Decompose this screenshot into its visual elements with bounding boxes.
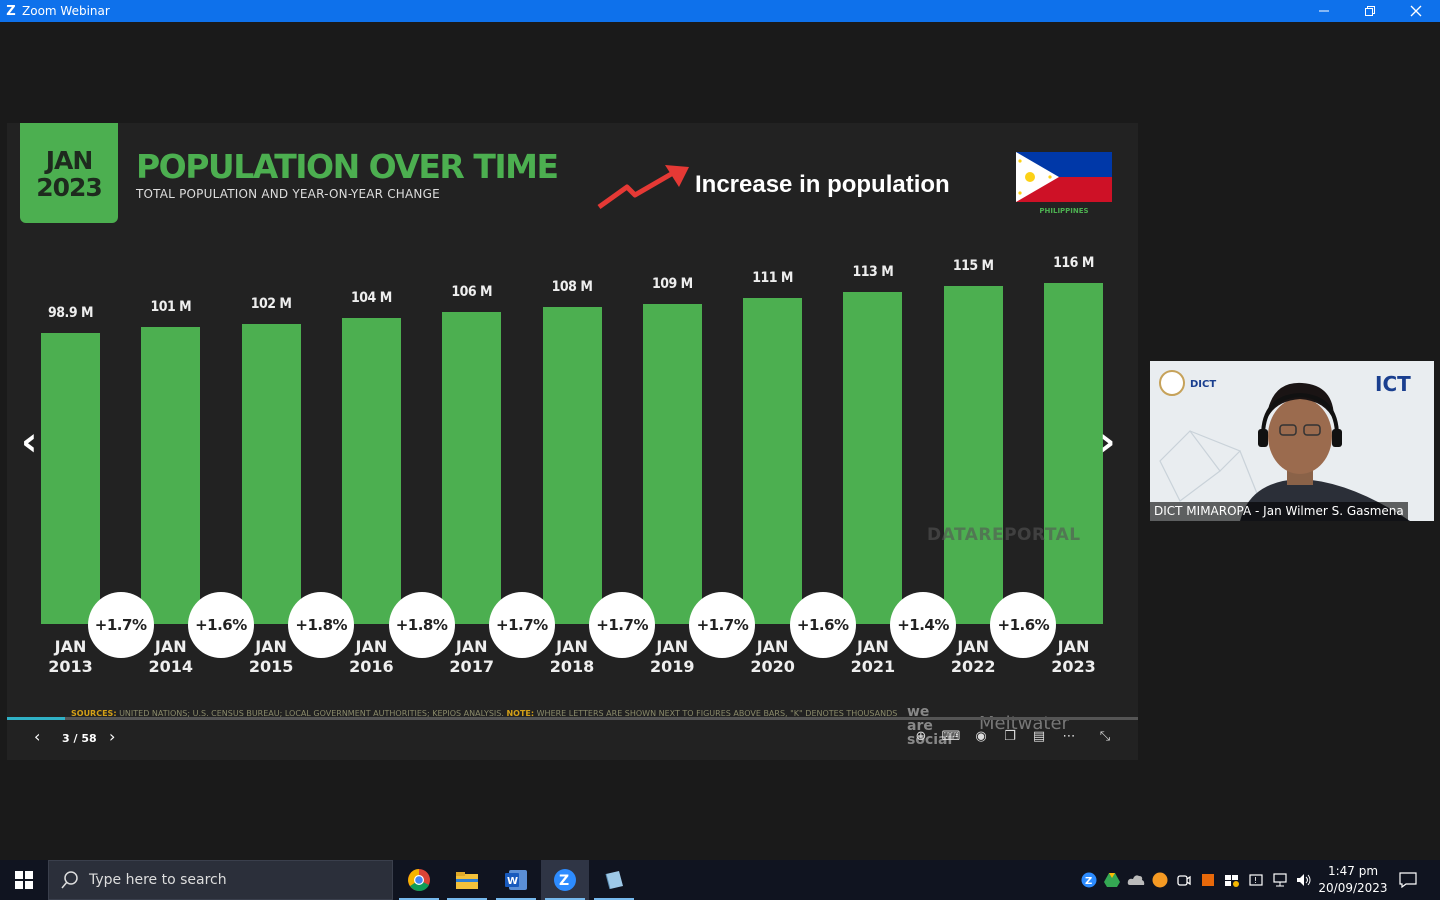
yoy-change-badge: +1.6%: [789, 592, 856, 658]
word-taskbar-icon[interactable]: W: [492, 860, 540, 900]
bar-jan-2023: [1044, 283, 1103, 624]
progress-track: [7, 717, 1138, 720]
slide-next-arrow-icon[interactable]: ›: [1099, 419, 1115, 465]
bar-value-label: 116 M: [1053, 255, 1094, 271]
date-month: JAN: [45, 146, 94, 175]
svg-text:!: !: [1254, 876, 1257, 885]
yoy-change-badge: +1.4%: [890, 592, 957, 658]
svg-text:W: W: [507, 876, 518, 887]
zoom-in-icon[interactable]: ⊕: [911, 729, 931, 744]
window-title: Zoom Webinar: [22, 4, 110, 18]
bar-jan-2021: [843, 291, 903, 624]
bar-value-label: 104 M: [351, 290, 392, 307]
meet-tray-icon[interactable]: [1174, 860, 1194, 900]
share-screen-area: JAN 2023 POPULATION OVER TIME TOTAL POPU…: [0, 22, 1440, 860]
windows-taskbar: Type here to search W Z Z ! 1:47 pm 20/0…: [0, 860, 1440, 900]
yoy-change-badge: +1.6%: [187, 592, 254, 658]
captions-icon[interactable]: ▤: [1029, 729, 1049, 744]
onedrive-tray-icon[interactable]: [1126, 860, 1146, 900]
yoy-change-badge: +1.7%: [488, 592, 555, 658]
yoy-change-badge: +1.7%: [689, 592, 756, 658]
philippines-flag-icon: [1016, 152, 1112, 202]
flag-label: PHILIPPINES: [1039, 207, 1089, 215]
file-explorer-taskbar-icon[interactable]: [443, 860, 491, 900]
restore-button[interactable]: [1347, 0, 1393, 22]
window-icon[interactable]: ❐: [1000, 729, 1020, 744]
bar-value-label: 98.9 M: [48, 305, 94, 322]
taskbar-search-box[interactable]: Type here to search: [48, 860, 393, 900]
notification-center-icon[interactable]: [1394, 860, 1422, 900]
page-indicator: 3 / 58: [62, 732, 97, 745]
bar-value-label: 115 M: [952, 257, 994, 274]
broadcast-icon[interactable]: ◉: [971, 729, 991, 744]
bar-value-label: 109 M: [651, 275, 693, 292]
bar-value-label: 102 M: [250, 296, 292, 313]
ict-logo-text: ICT: [1375, 372, 1411, 396]
zoom-logo-icon: Z: [6, 3, 16, 19]
svg-text:Z: Z: [1085, 876, 1092, 887]
zoom-tray-icon[interactable]: Z: [1079, 860, 1099, 900]
bar-jan-2020: [743, 297, 803, 624]
bar-jan-2013: [41, 333, 100, 624]
speaker-video[interactable]: DICT ICT DICT MIMAROPA - Jan Wilmer S. G…: [1150, 361, 1434, 521]
slide-title: POPULATION OVER TIME: [136, 147, 559, 186]
speaker-video-frame: DICT ICT: [1150, 361, 1434, 521]
svg-text:Z: Z: [559, 873, 569, 889]
security-tray-icon[interactable]: [1222, 860, 1242, 900]
bar-jan-2022: [943, 285, 1003, 624]
system-clock[interactable]: 1:47 pm 20/09/2023: [1318, 863, 1388, 897]
progress-fill: [7, 717, 66, 720]
start-button[interactable]: [0, 860, 48, 900]
bar-value-label: 111 M: [752, 269, 793, 286]
yoy-change-badge: +1.6%: [990, 592, 1057, 658]
annotation-text: Increase in population: [695, 171, 950, 198]
date-badge: JAN 2023: [20, 123, 118, 223]
trend-arrow-icon: [597, 165, 689, 210]
yoy-change-badge: +1.7%: [87, 592, 154, 658]
alert-tray-icon[interactable]: !: [1246, 860, 1266, 900]
bar-value-label: 101 M: [150, 299, 192, 316]
presentation-slide: JAN 2023 POPULATION OVER TIME TOTAL POPU…: [7, 123, 1138, 760]
slide-subtitle: TOTAL POPULATION AND YEAR-ON-YEAR CHANGE: [136, 187, 440, 201]
slide-prev-arrow-icon[interactable]: ‹: [21, 419, 37, 465]
bar-value-label: 113 M: [852, 263, 894, 280]
bar-jan-2019: [642, 303, 702, 624]
yoy-change-badge: +1.7%: [589, 592, 656, 658]
prev-page-button[interactable]: ‹: [34, 727, 40, 746]
datareportal-watermark: DATAREPORTAL: [927, 525, 1081, 545]
search-placeholder: Type here to search: [89, 872, 227, 888]
keyboard-icon[interactable]: ⌨: [941, 729, 961, 744]
bar-jan-2014: [141, 327, 201, 624]
bar-value-label: 108 M: [551, 278, 593, 295]
search-icon: [61, 871, 78, 889]
minimize-button[interactable]: [1301, 0, 1347, 22]
yoy-change-badge: +1.8%: [288, 592, 355, 658]
dict-logo-text: DICT: [1190, 379, 1216, 390]
bar-jan-2018: [542, 306, 602, 624]
bar-value-label: 106 M: [451, 284, 493, 301]
next-page-button[interactable]: ›: [109, 727, 115, 746]
exit-fullscreen-icon[interactable]: ⤡: [1095, 729, 1115, 744]
notes-taskbar-icon[interactable]: [590, 860, 638, 900]
close-button[interactable]: [1393, 0, 1439, 22]
window-titlebar: Z Zoom Webinar: [0, 0, 1440, 22]
participant-name: DICT MIMAROPA - Jan Wilmer S. Gasmena: [1150, 502, 1408, 521]
bar-jan-2016: [341, 318, 401, 624]
chrome-taskbar-icon[interactable]: [395, 860, 443, 900]
volume-tray-icon[interactable]: [1294, 860, 1314, 900]
office-tray-icon[interactable]: [1198, 860, 1218, 900]
drive-tray-icon[interactable]: [1102, 860, 1122, 900]
app-tray-icon-orange[interactable]: [1150, 860, 1170, 900]
network-tray-icon[interactable]: [1270, 860, 1290, 900]
zoom-taskbar-icon[interactable]: Z: [541, 860, 589, 900]
clock-date: 20/09/2023: [1318, 881, 1388, 895]
windows-logo-icon: [15, 871, 33, 889]
more-options-icon[interactable]: ⋯: [1059, 729, 1079, 744]
date-year: 2023: [36, 173, 103, 202]
bar-jan-2015: [241, 324, 301, 624]
bar-jan-2017: [442, 312, 502, 624]
presentation-controls: ‹ 3 / 58 › ⊕ ⌨ ◉ ❐ ▤ ⋯ ⤡: [7, 717, 1138, 760]
clock-time: 1:47 pm: [1327, 864, 1379, 878]
yoy-change-badge: +1.8%: [388, 592, 455, 658]
